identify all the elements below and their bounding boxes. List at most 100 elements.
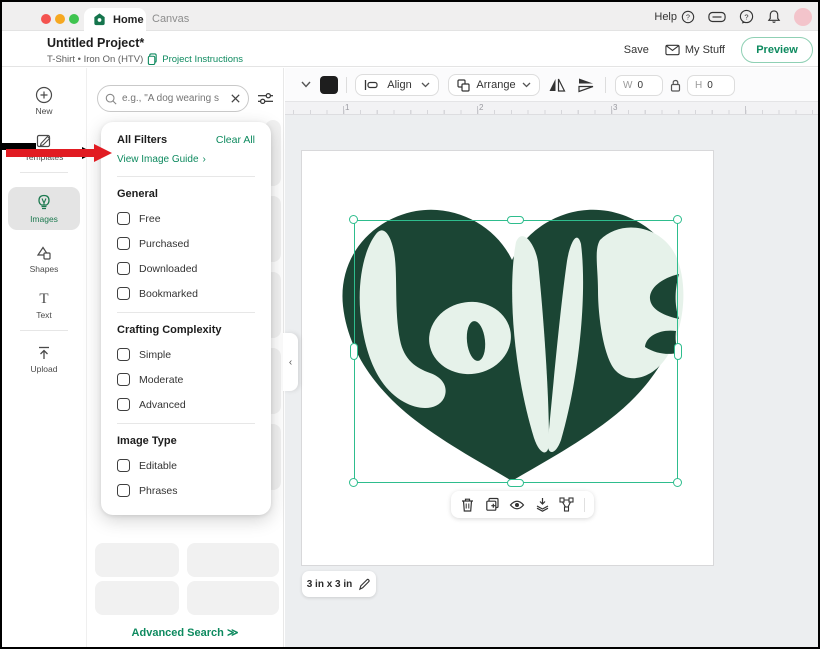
filter-option-editable[interactable]: Editable [117, 459, 255, 472]
filter-option-phrases[interactable]: Phrases [117, 484, 255, 497]
delete-icon[interactable] [460, 497, 475, 513]
sidebar-item-shapes[interactable]: Shapes [8, 244, 80, 274]
app-window: Home Canvas Help ? ? [0, 0, 820, 649]
my-stuff-button[interactable]: My Stuff [665, 44, 725, 56]
selection-handle-bottom-left[interactable] [349, 478, 358, 487]
sidebar-item-label: Text [8, 310, 80, 320]
checkbox[interactable] [117, 459, 130, 472]
tab-canvas[interactable]: Canvas [152, 8, 189, 31]
flatten-icon[interactable] [535, 497, 550, 512]
arrange-label: Arrange [476, 79, 515, 91]
sidebar-item-text[interactable]: T Text [8, 290, 80, 320]
sidebar-item-new[interactable]: New [8, 86, 80, 116]
filter-option-bookmarked[interactable]: Bookmarked [117, 287, 255, 300]
selection-handle-top-right[interactable] [673, 215, 682, 224]
edit-pencil-icon[interactable] [358, 578, 371, 591]
help-menu[interactable]: Help ? [654, 10, 695, 24]
checkbox-label: Simple [139, 349, 171, 361]
checkbox[interactable] [117, 348, 130, 361]
duplicate-icon[interactable] [485, 497, 500, 512]
checkbox[interactable] [117, 262, 130, 275]
templates-icon [35, 132, 53, 150]
image-search-bar[interactable] [97, 85, 249, 112]
view-image-guide-link[interactable]: View Image Guide › [117, 154, 255, 165]
machine-icon[interactable] [708, 10, 726, 24]
checkbox-label: Purchased [139, 238, 189, 250]
project-instructions-link[interactable]: Project Instructions [162, 54, 243, 65]
checkbox[interactable] [117, 484, 130, 497]
help-label: Help [654, 11, 677, 23]
feedback-question-icon[interactable]: ? [739, 9, 754, 24]
checkbox[interactable] [117, 212, 130, 225]
all-filters-popover: All Filters Clear All View Image Guide ›… [101, 122, 271, 515]
clear-all-link[interactable]: Clear All [216, 134, 255, 146]
selection-handle-middle-left[interactable] [350, 343, 358, 360]
filter-option-downloaded[interactable]: Downloaded [117, 262, 255, 275]
close-window-icon[interactable] [41, 14, 51, 24]
flip-horizontal-icon[interactable] [548, 76, 566, 94]
size-badge[interactable]: 3 in x 3 in [302, 571, 376, 597]
checkbox[interactable] [117, 398, 130, 411]
sidebar-item-images[interactable]: Images [8, 187, 80, 230]
selection-handle-bottom-center[interactable] [507, 479, 524, 487]
checkbox-label: Free [139, 213, 161, 225]
search-input[interactable] [122, 93, 225, 104]
filters-icon[interactable] [257, 91, 274, 106]
width-value: 0 [637, 80, 643, 91]
save-button[interactable]: Save [624, 44, 649, 56]
align-label: Align [387, 79, 411, 91]
annotation-red-arrow-shaft [6, 149, 96, 157]
width-field[interactable]: W 0 [615, 75, 663, 96]
selection-bounding-box[interactable] [354, 220, 678, 483]
align-icon [364, 79, 378, 91]
view-image-guide-label: View Image Guide [117, 154, 199, 165]
selection-handle-middle-right[interactable] [674, 343, 682, 360]
images-lightbulb-icon [35, 194, 53, 212]
minimize-window-icon[interactable] [55, 14, 65, 24]
zoom-window-icon[interactable] [69, 14, 79, 24]
filter-option-purchased[interactable]: Purchased [117, 237, 255, 250]
flip-vertical-icon[interactable] [577, 77, 595, 93]
selection-handle-bottom-right[interactable] [673, 478, 682, 487]
clear-search-icon[interactable] [230, 93, 241, 104]
general-heading: General [117, 188, 255, 200]
cricut-logo-icon [92, 12, 107, 27]
lock-aspect-icon[interactable] [670, 79, 681, 92]
filter-option-moderate[interactable]: Moderate [117, 373, 255, 386]
horizontal-ruler: 1 2 3 [285, 102, 818, 115]
collapse-panel-button[interactable]: ‹ [283, 333, 298, 391]
sidebar-item-upload[interactable]: Upload [8, 344, 80, 374]
notifications-bell-icon[interactable] [767, 9, 781, 24]
selection-handle-top-center[interactable] [507, 216, 524, 224]
fill-color-swatch[interactable] [320, 76, 338, 94]
hide-eye-icon[interactable] [509, 499, 525, 511]
arrange-icon [457, 79, 470, 92]
document-icon [147, 53, 158, 65]
selection-handle-top-left[interactable] [349, 215, 358, 224]
preview-button[interactable]: Preview [741, 37, 813, 63]
arrange-dropdown[interactable]: Arrange [448, 74, 540, 96]
checkbox[interactable] [117, 237, 130, 250]
checkbox-label: Editable [139, 460, 177, 472]
attach-icon[interactable] [559, 497, 574, 512]
filter-option-simple[interactable]: Simple [117, 348, 255, 361]
height-field[interactable]: H 0 [687, 75, 735, 96]
checkbox[interactable] [117, 373, 130, 386]
ruler-tick-label: 3 [613, 103, 617, 112]
search-icon [105, 93, 117, 105]
window-titlebar: Home Canvas Help ? ? [2, 2, 818, 31]
user-avatar[interactable] [794, 8, 812, 26]
advanced-search-link[interactable]: Advanced Search ≫ [87, 626, 283, 639]
my-stuff-label: My Stuff [685, 44, 725, 56]
tab-home[interactable]: Home [84, 8, 146, 31]
sidebar-divider [20, 172, 68, 173]
ruler-tick-label: 1 [345, 103, 349, 112]
checkbox[interactable] [117, 287, 130, 300]
align-dropdown[interactable]: Align [355, 74, 439, 96]
image-result-placeholder [187, 581, 279, 615]
project-header: Untitled Project* T-Shirt • Iron On (HTV… [2, 32, 818, 67]
chevron-down-icon[interactable] [301, 81, 311, 88]
sidebar-item-label: Images [8, 214, 80, 224]
filter-option-advanced[interactable]: Advanced [117, 398, 255, 411]
filter-option-free[interactable]: Free [117, 212, 255, 225]
